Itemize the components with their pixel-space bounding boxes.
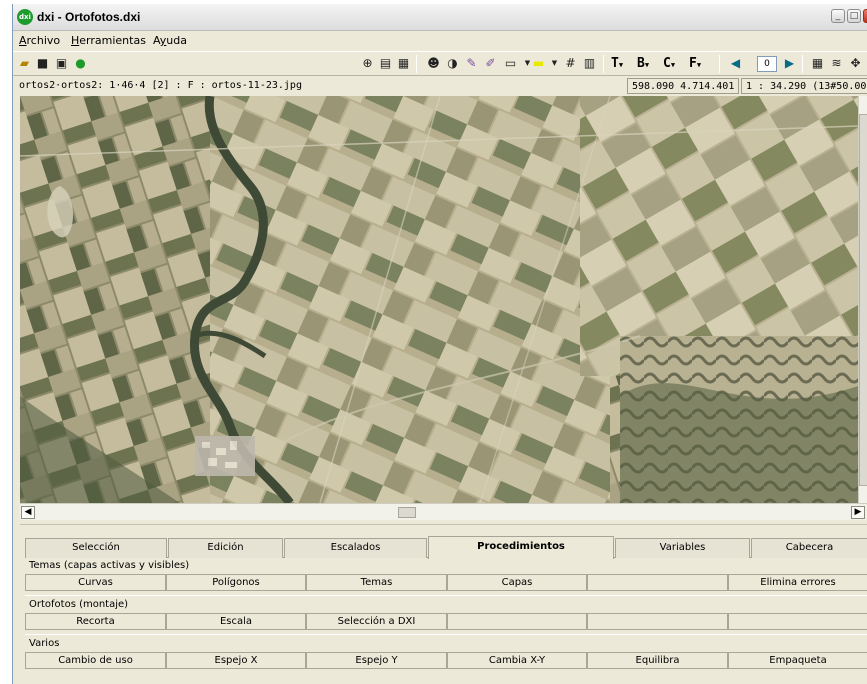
coordinates-readout: 598.090 4.714.401 (627, 78, 740, 94)
text-tool-c[interactable]: C▼ (663, 55, 675, 74)
toolbar-separator (603, 55, 604, 73)
seleccion-a-dxi-button[interactable]: Selección a DXI (306, 613, 447, 630)
elimina-errores-button[interactable]: Elimina errores (728, 574, 867, 591)
maximize-icon[interactable]: □ (847, 9, 861, 23)
color-fill-icon[interactable]: ▬ (530, 55, 547, 72)
menu-bar: Archivo Herramientas Ayuda (13, 31, 867, 51)
grid-icon[interactable]: # (562, 55, 579, 72)
tab-variables[interactable]: Variables (615, 538, 750, 558)
scroll-right-icon[interactable]: ▶ (851, 506, 865, 519)
horizontal-scroll-thumb[interactable] (398, 507, 416, 518)
empty-button[interactable] (447, 613, 587, 630)
scroll-left-icon[interactable]: ◀ (21, 506, 35, 519)
section-title-temas: Temas (capas activas y visibles) (29, 560, 190, 571)
empty-button[interactable] (587, 613, 728, 630)
tab-edicion[interactable]: Edición (168, 538, 283, 558)
orthophoto-map[interactable] (20, 96, 858, 503)
save-as-icon[interactable]: ▣ (53, 55, 70, 72)
empaqueta-button[interactable]: Empaqueta (728, 652, 867, 669)
open-folder-icon[interactable]: ▰ (16, 55, 33, 72)
menu-archivo[interactable]: Archivo (19, 34, 60, 47)
arrow-right-icon[interactable]: ▶ (781, 55, 798, 72)
espejo-y-button[interactable]: Espejo Y (306, 652, 447, 669)
aerial-photo-image (20, 96, 858, 503)
temas-button[interactable]: Temas (306, 574, 447, 591)
menu-herramientas[interactable]: Herramientas (71, 34, 146, 47)
face-icon[interactable]: ☻ (425, 55, 442, 72)
chevron-down-icon[interactable]: ▼ (546, 55, 563, 72)
poligonos-button[interactable]: Polígonos (166, 574, 306, 591)
tab-procedimientos[interactable]: Procedimientos (428, 536, 614, 559)
calculator-icon[interactable]: ▦ (809, 55, 826, 72)
capas-button[interactable]: Capas (447, 574, 587, 591)
magic-brush-icon[interactable]: ✐ (482, 55, 499, 72)
cambio-de-uso-button[interactable]: Cambio de uso (25, 652, 166, 669)
title-bar[interactable]: dxi dxi - Ortofotos.dxi _ □ x (13, 4, 867, 31)
page-number-input[interactable]: 0 (757, 56, 777, 72)
layers-icon[interactable]: ≋ (828, 55, 845, 72)
layer-info: ortos2·ortos2: 1·46·4 [2] : F : ortos-11… (19, 80, 302, 91)
section-divider (25, 634, 867, 635)
recorta-button[interactable]: Recorta (25, 613, 166, 630)
vertical-scrollbar[interactable] (858, 96, 867, 503)
brush-icon[interactable]: ✎ (463, 55, 480, 72)
text-tool-t[interactable]: T▼ (611, 55, 623, 74)
window-title: dxi - Ortofotos.dxi (37, 10, 141, 24)
tab-seleccion[interactable]: Selección (25, 538, 167, 558)
text-tool-b[interactable]: B▼ (637, 55, 649, 74)
escala-button[interactable]: Escala (166, 613, 306, 630)
save-icon[interactable]: ■ (34, 55, 51, 72)
toolbar-separator (719, 55, 720, 73)
toolbar: ▰ ■ ▣ ● ⊕ ▤ ▦ ☻ ◑ ✎ ✐ ▭ ▼ ▬ ▼ # ▥ T▼ B▼ … (13, 51, 867, 76)
splitter[interactable] (20, 524, 867, 528)
minimize-icon[interactable]: _ (831, 9, 845, 23)
tab-bar: Selección Edición Escalados Procedimient… (25, 536, 867, 559)
app-window: dxi dxi - Ortofotos.dxi _ □ x Archivo He… (12, 4, 867, 684)
info-bar: ortos2·ortos2: 1·46·4 [2] : F : ortos-11… (13, 77, 867, 95)
toolbar-separator (416, 55, 417, 73)
save-layer-icon[interactable]: ▦ (395, 55, 412, 72)
vertical-scroll-thumb[interactable] (859, 114, 867, 486)
move-icon[interactable]: ✥ (847, 55, 864, 72)
horizontal-scrollbar[interactable]: ◀ ▶ (20, 503, 867, 520)
section-title-varios: Varios (29, 638, 60, 649)
empty-button[interactable] (728, 613, 867, 630)
zoom-extent-icon[interactable]: ⊕ (359, 55, 376, 72)
text-tool-f[interactable]: F▼ (689, 55, 701, 74)
menu-ayuda[interactable]: Ayuda (153, 34, 187, 47)
close-icon[interactable]: x (863, 9, 867, 23)
contrast-icon[interactable]: ◑ (444, 55, 461, 72)
espejo-x-button[interactable]: Espejo X (166, 652, 306, 669)
paste-layer-icon[interactable]: ▤ (377, 55, 394, 72)
toolbar-separator (802, 55, 803, 73)
equilibra-button[interactable]: Equilibra (587, 652, 728, 669)
scale-readout: 1 : 34.290 (13#50.000) (741, 78, 867, 94)
cambia-x-y-button[interactable]: Cambia X-Y (447, 652, 587, 669)
globe-icon[interactable]: ● (72, 55, 89, 72)
section-divider (25, 595, 867, 596)
tab-cabecera[interactable]: Cabecera (751, 538, 867, 558)
section-title-ortofotos: Ortofotos (montaje) (29, 599, 129, 610)
table-icon[interactable]: ▥ (581, 55, 598, 72)
arrow-left-icon[interactable]: ◀ (727, 55, 744, 72)
curvas-button[interactable]: Curvas (25, 574, 166, 591)
tab-escalados[interactable]: Escalados (284, 538, 427, 558)
app-logo-icon: dxi (17, 9, 33, 25)
layer-select-icon[interactable]: ▭ (502, 55, 519, 72)
empty-button[interactable] (587, 574, 728, 591)
